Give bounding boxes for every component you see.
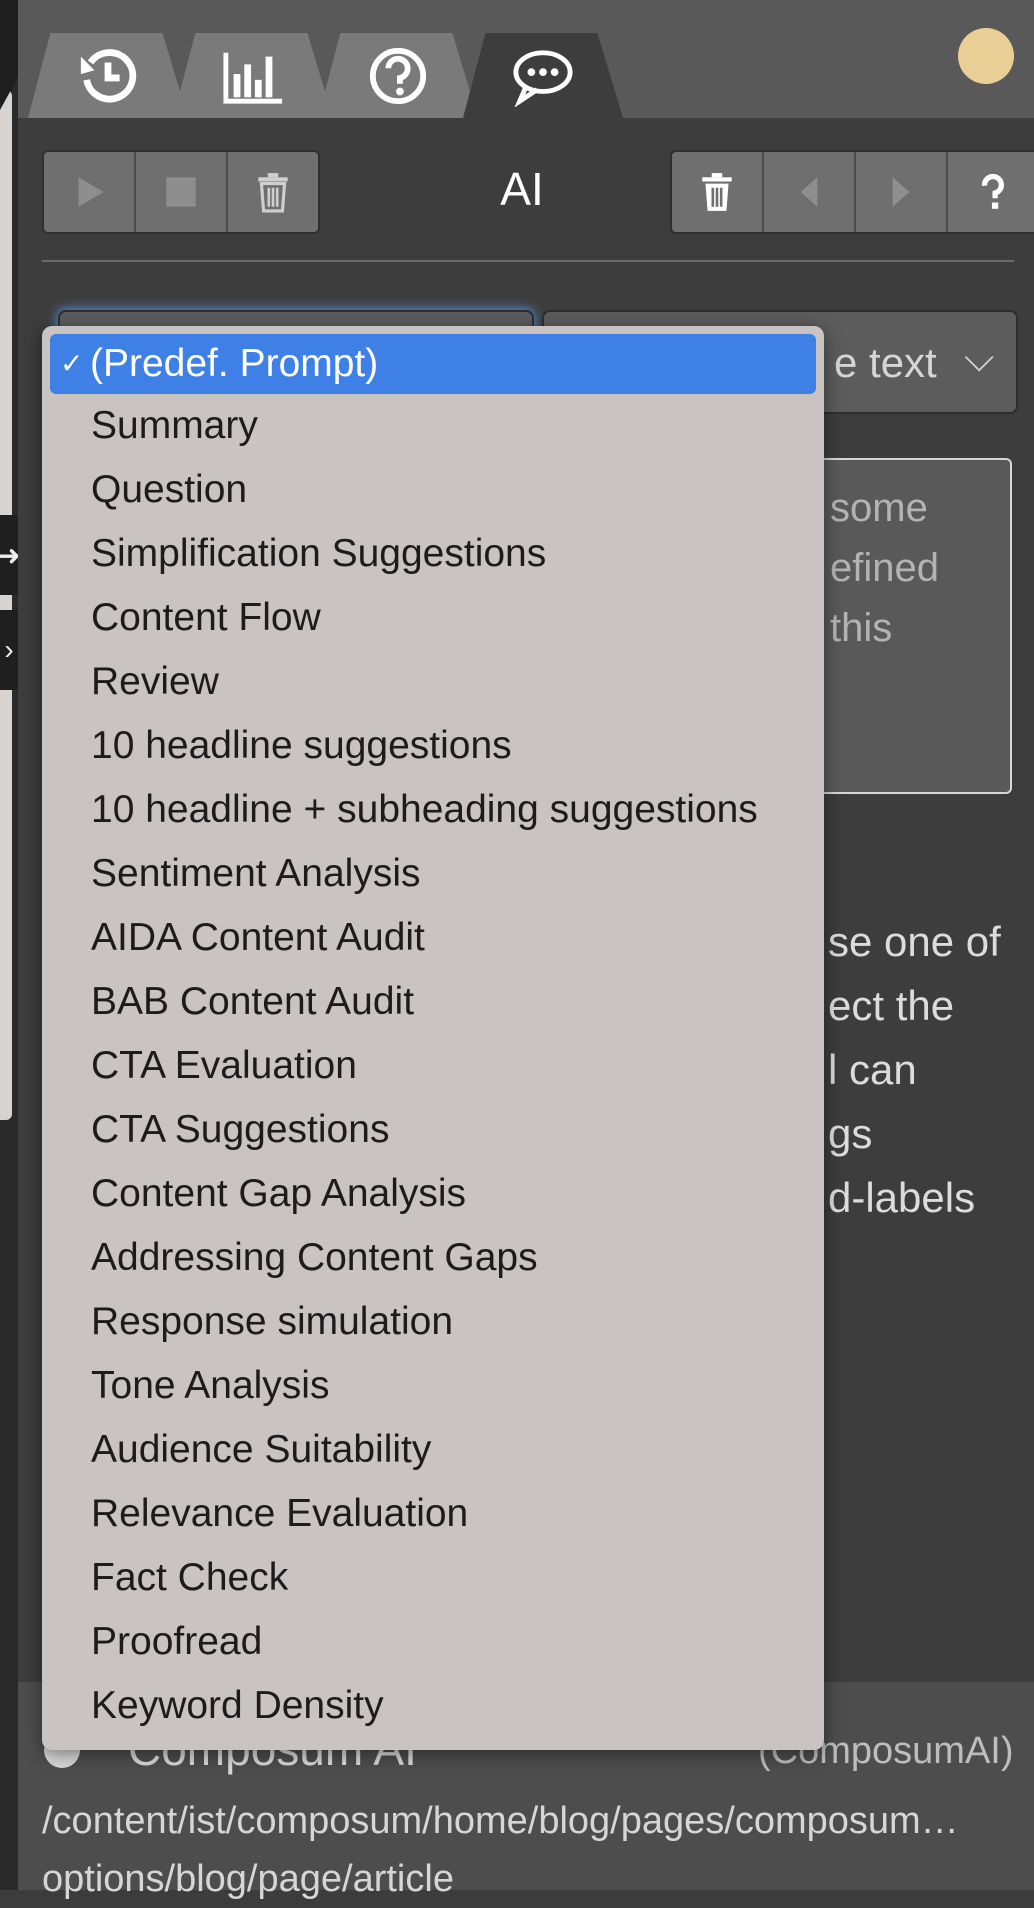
placeholder-line: efined: [830, 546, 939, 590]
content-source-value: e text: [834, 339, 937, 386]
dropdown-option[interactable]: Content Flow: [42, 586, 824, 650]
dropdown-option[interactable]: 10 headline + subheading suggestions: [42, 778, 824, 842]
clear-button[interactable]: [228, 152, 318, 232]
path-line: /content/ist/composum/home/blog/pages/co…: [42, 1800, 959, 1842]
dropdown-option[interactable]: BAB Content Audit: [42, 970, 824, 1034]
checkmark-icon: ✓: [60, 348, 84, 379]
predefined-prompt-dropdown: ✓ (Predef. Prompt) Summary Question Simpl…: [42, 326, 824, 1750]
chevron-right-icon[interactable]: ›: [0, 610, 18, 690]
next-icon: [892, 177, 910, 207]
question-icon: [981, 173, 1004, 209]
help-line: se one of: [828, 918, 1001, 965]
prev-icon: [800, 177, 818, 207]
previous-button[interactable]: [764, 152, 856, 232]
tab-bar: [18, 0, 1034, 118]
dropdown-option[interactable]: 10 headline suggestions: [42, 714, 824, 778]
path-line: options/blog/page/article: [42, 1858, 454, 1900]
dropdown-option[interactable]: AIDA Content Audit: [42, 906, 824, 970]
tab-ai-chat[interactable]: [463, 33, 623, 118]
delete-history-button[interactable]: [672, 152, 764, 232]
ai-toolbar: AI: [42, 150, 1034, 234]
toolbar-title: AI: [500, 163, 544, 215]
help-line: ect the: [828, 982, 955, 1029]
trash-icon: [702, 173, 732, 211]
scroll-rail[interactable]: [0, 90, 12, 1120]
dropdown-option[interactable]: Question: [42, 458, 824, 522]
dropdown-option[interactable]: CTA Suggestions: [42, 1098, 824, 1162]
dropdown-option[interactable]: Summary: [42, 394, 824, 458]
dropdown-option[interactable]: Audience Suitability: [42, 1418, 824, 1482]
component-path: /content/ist/composum/home/blog/pages/co…: [42, 1792, 1032, 1908]
tab-history[interactable]: [28, 33, 188, 118]
stop-button[interactable]: [136, 152, 228, 232]
history-icon: [80, 48, 137, 102]
dropdown-option[interactable]: Keyword Density: [42, 1674, 824, 1738]
bar-chart-icon: [223, 52, 283, 104]
chevron-down-icon: ⌵: [964, 336, 995, 380]
placeholder-line: some: [830, 486, 928, 530]
help-line: gs: [828, 1110, 873, 1157]
dropdown-option[interactable]: Simplification Suggestions: [42, 522, 824, 586]
help-line: l can: [828, 1046, 917, 1093]
history-controls: [670, 150, 1034, 234]
dropdown-option[interactable]: Review: [42, 650, 824, 714]
run-controls: [42, 150, 320, 234]
placeholder-line: this: [830, 606, 893, 650]
toolbar-divider: [42, 260, 1014, 262]
stop-icon: [166, 177, 196, 207]
dropdown-option[interactable]: Fact Check: [42, 1546, 824, 1610]
left-sidebar-strip: [0, 0, 18, 1890]
dropdown-option[interactable]: Proofread: [42, 1610, 824, 1674]
help-line: d-labels: [828, 1174, 976, 1221]
question-circle-icon: [369, 47, 427, 104]
status-indicator: [958, 28, 1014, 84]
next-button[interactable]: [856, 152, 948, 232]
dropdown-option[interactable]: Response simulation: [42, 1290, 824, 1354]
chat-bubble-icon: [513, 49, 573, 107]
dropdown-option[interactable]: Relevance Evaluation: [42, 1482, 824, 1546]
dropdown-option[interactable]: Tone Analysis: [42, 1354, 824, 1418]
tab-statistics[interactable]: [173, 33, 333, 118]
help-text: se one of ect the l can gs d-labels: [828, 910, 1001, 1230]
play-button[interactable]: [44, 152, 136, 232]
dropdown-option[interactable]: CTA Evaluation: [42, 1034, 824, 1098]
dropdown-option[interactable]: Addressing Content Gaps: [42, 1226, 824, 1290]
dropdown-option[interactable]: Content Gap Analysis: [42, 1162, 824, 1226]
dropdown-option-predef-prompt[interactable]: ✓ (Predef. Prompt): [50, 334, 816, 394]
trash-icon: [258, 173, 288, 213]
play-icon: [78, 177, 104, 207]
arrow-right-icon[interactable]: ➜: [0, 515, 21, 595]
help-button[interactable]: [948, 152, 1034, 232]
dropdown-option[interactable]: Sentiment Analysis: [42, 842, 824, 906]
tab-help[interactable]: [318, 33, 478, 118]
